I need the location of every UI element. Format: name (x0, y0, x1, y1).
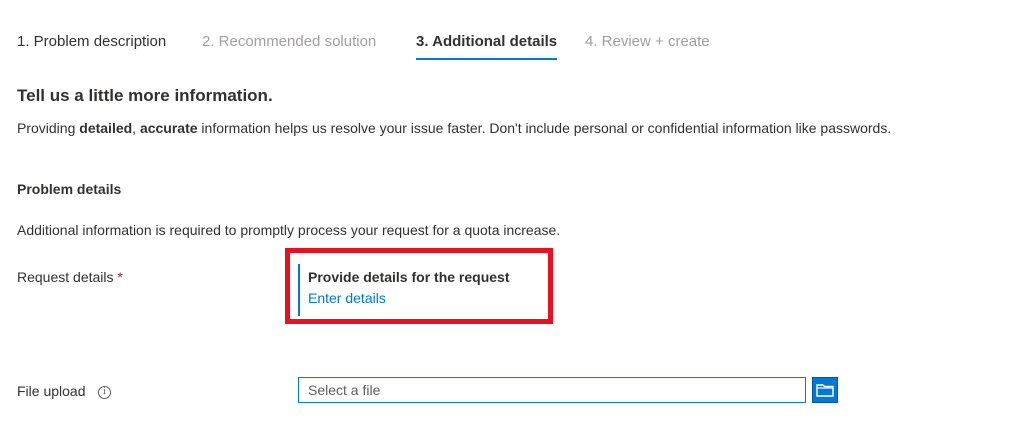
file-upload-input[interactable] (298, 377, 806, 403)
tab-additional-details[interactable]: 3. Additional details (416, 32, 558, 62)
request-details-label: Request details * (17, 269, 123, 285)
enter-details-link[interactable]: Enter details (308, 290, 538, 306)
intro-part-2: , (132, 120, 140, 136)
info-icon[interactable]: i (98, 386, 111, 399)
intro-bold-detailed: detailed (79, 120, 133, 136)
intro-part-3: information helps us resolve your issue … (197, 120, 892, 136)
tab-review-create: 4. Review + create (585, 33, 710, 50)
request-details-panel: Provide details for the request Enter de… (298, 264, 538, 316)
intro-part-1: Providing (17, 120, 80, 136)
tab-problem-description[interactable]: 1. Problem description (17, 32, 166, 62)
request-details-panel-title: Provide details for the request (308, 269, 510, 285)
folder-icon (816, 384, 834, 397)
page-heading: Tell us a little more information. (17, 86, 273, 105)
request-details-label-text: Request details (17, 269, 114, 285)
intro-text: Providing detailed, accurate information… (17, 120, 891, 136)
intro-bold-accurate: accurate (139, 120, 198, 136)
problem-details-title: Problem details (17, 181, 122, 197)
tab-recommended-solution: 2. Recommended solution (202, 33, 377, 50)
support-request-page: 1. Problem description 2. Recommended so… (0, 0, 1036, 439)
browse-file-button[interactable] (812, 377, 838, 403)
problem-details-description: Additional information is required to pr… (17, 222, 561, 238)
file-upload-label: File upload (17, 383, 86, 399)
required-marker: * (117, 269, 123, 285)
